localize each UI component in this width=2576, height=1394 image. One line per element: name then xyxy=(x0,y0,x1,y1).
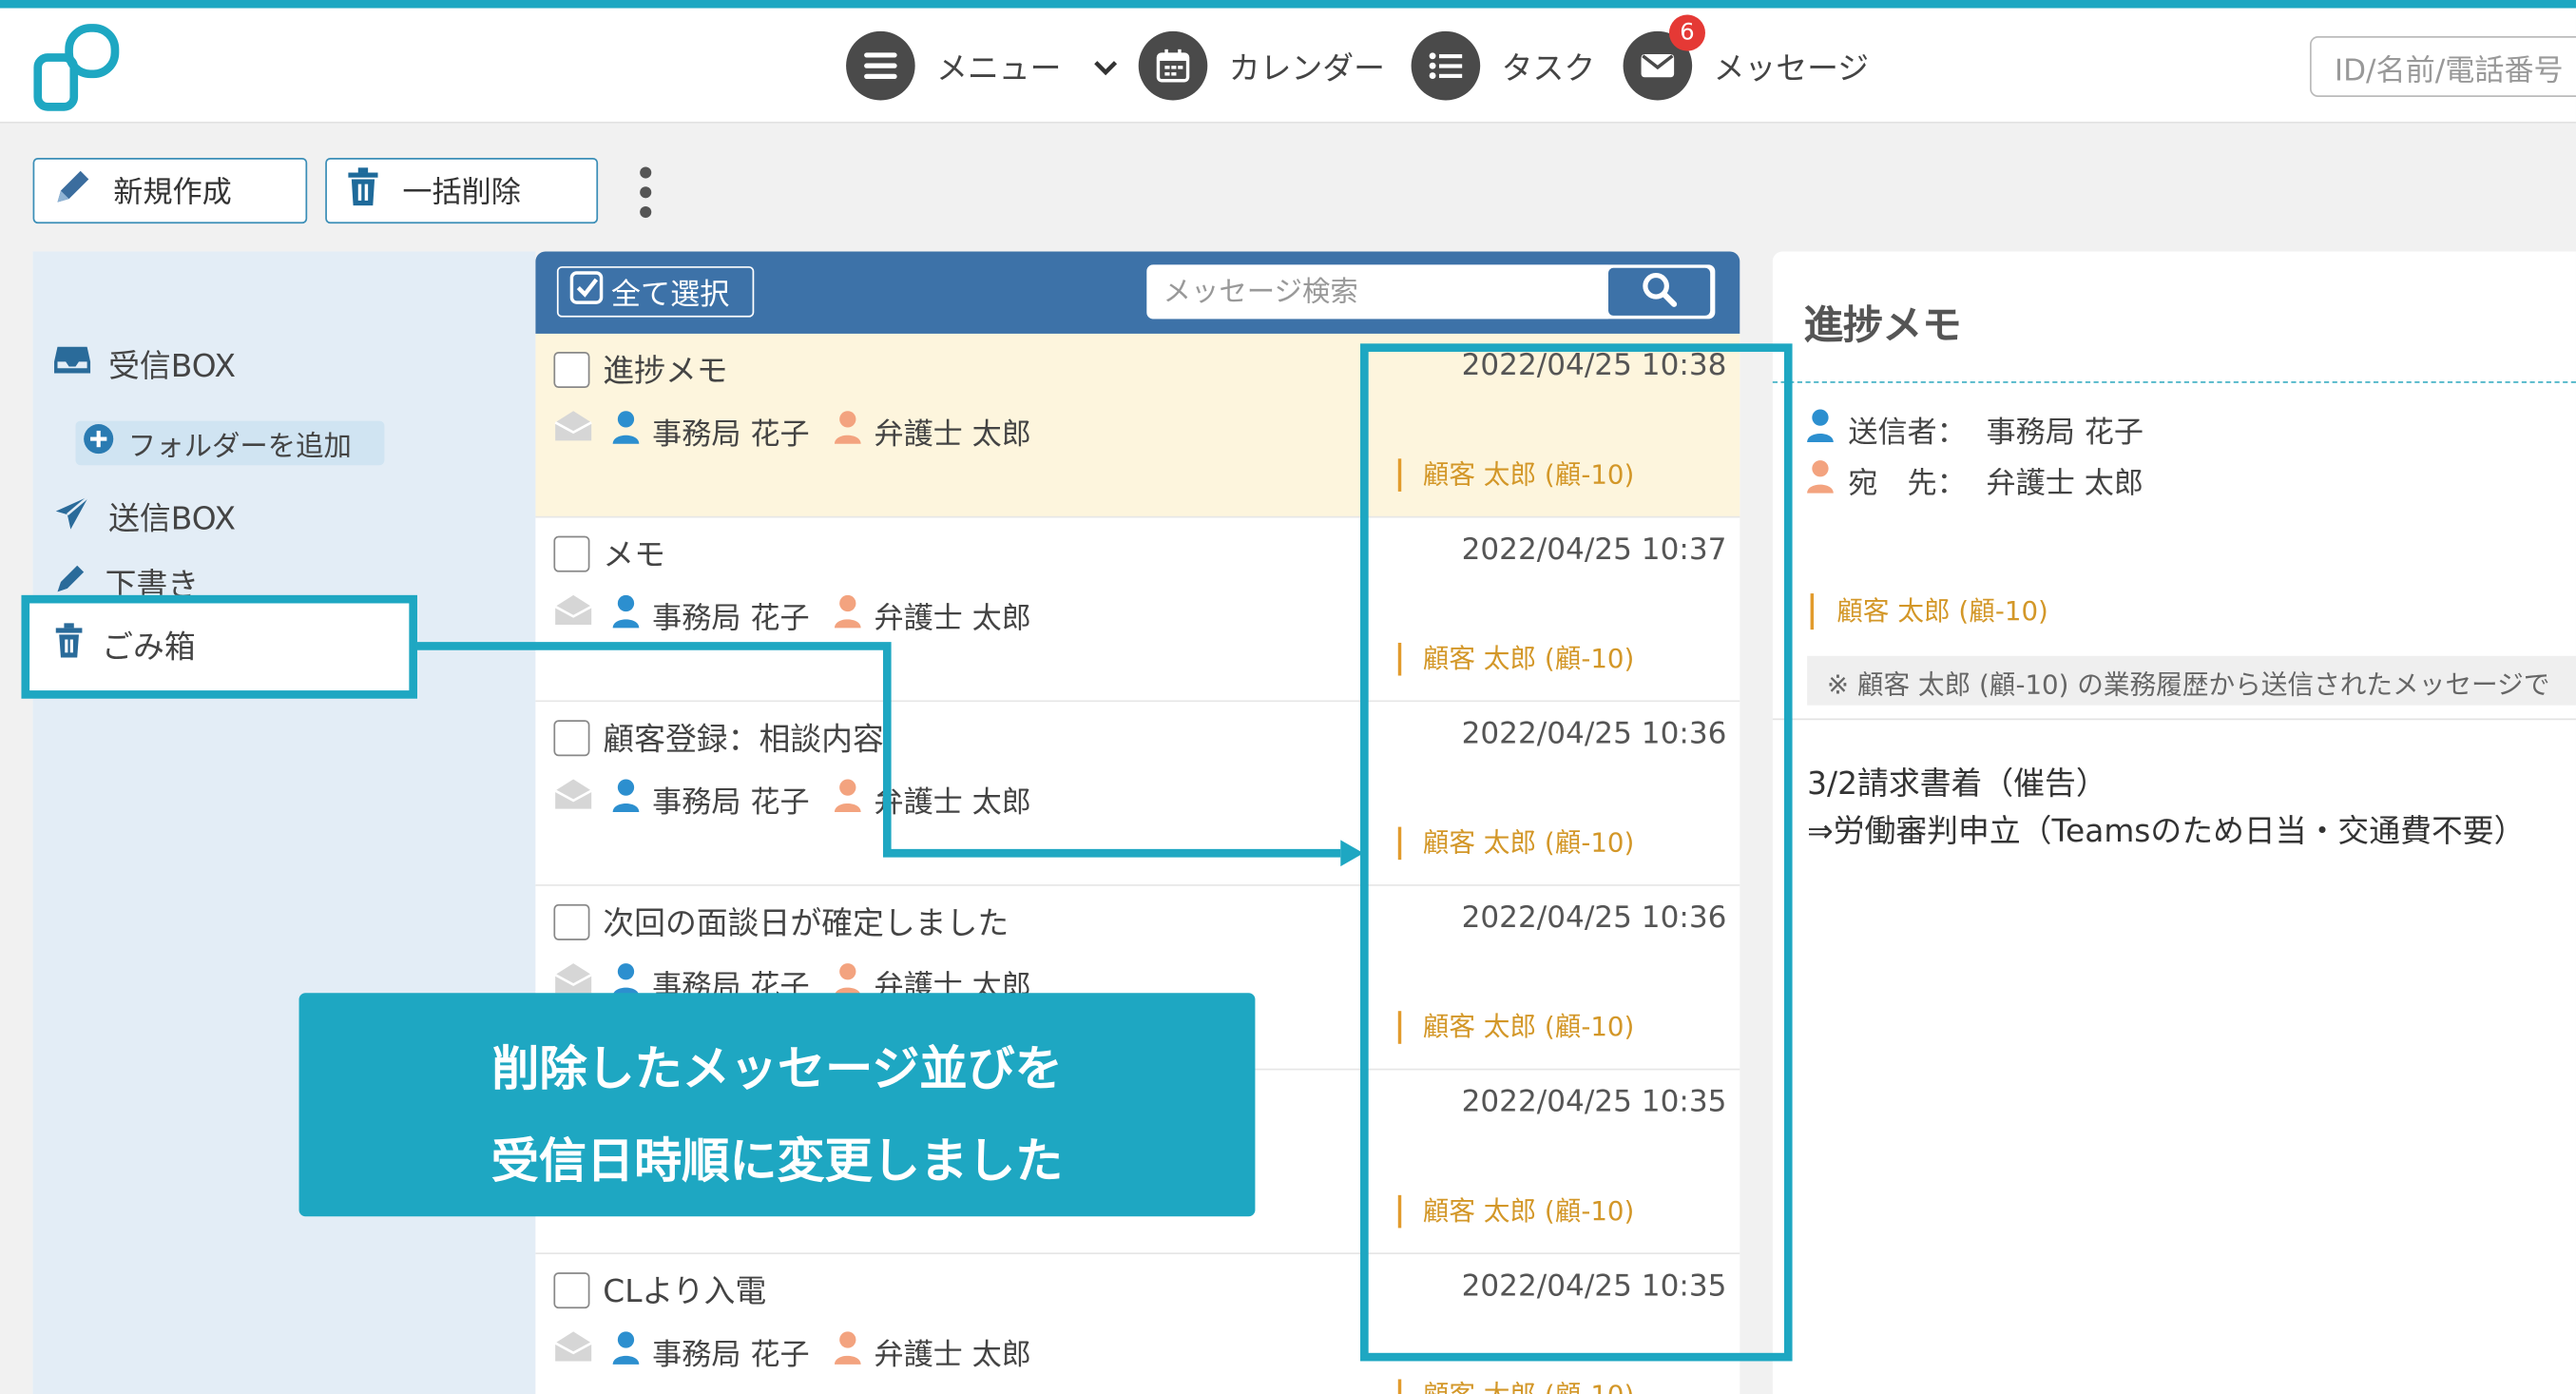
detail-divider xyxy=(1772,381,2576,383)
nav-calendar[interactable]: カレンダー xyxy=(1138,30,1385,101)
sender-name: 事務局 花子 xyxy=(652,600,810,636)
row-checkbox[interactable] xyxy=(553,903,590,940)
pencil-icon xyxy=(51,165,94,217)
detail-title: 進捗メモ xyxy=(1803,302,1962,349)
nav-message[interactable]: 6 メッセージ xyxy=(1623,14,1870,101)
message-recipient: 弁護士 太郎 xyxy=(833,1330,1031,1375)
sent-label: 送信BOX xyxy=(108,501,236,538)
menu-icon xyxy=(846,30,915,101)
callout-line: 削除したメッセージ並びを xyxy=(491,1040,1063,1097)
global-search-input[interactable]: ID/名前/電話番号 xyxy=(2309,36,2576,97)
trash-row: ごみ箱 xyxy=(52,623,196,668)
nav-menu-label: メニュー xyxy=(936,49,1062,87)
message-recipient: 弁護士 太郎 xyxy=(833,409,1031,454)
envelope-open-icon xyxy=(553,593,592,632)
message-subject: CLより入電 xyxy=(603,1273,767,1310)
nav-calendar-label: カレンダー xyxy=(1228,49,1385,87)
calendar-icon xyxy=(1138,30,1208,101)
checkbox-checked-icon xyxy=(568,270,605,315)
sidebar-item-sent[interactable]: 送信BOX xyxy=(52,494,236,541)
message-recipient: 弁護士 太郎 xyxy=(833,593,1031,638)
message-sender: 事務局 花子 xyxy=(611,593,810,638)
detail-sender: 送信者： 事務局 花子 xyxy=(1805,408,2143,453)
message-subject: 次回の面談日が確定しました xyxy=(603,905,1009,942)
detail-divider xyxy=(1772,718,2576,721)
person-icon xyxy=(1805,408,1835,453)
search-icon xyxy=(1642,270,1678,313)
sidebar-item-trash[interactable]: ごみ箱 xyxy=(21,594,417,699)
message-search-input[interactable] xyxy=(1146,264,1609,319)
person-icon xyxy=(611,409,641,454)
add-folder-label: フォルダーを追加 xyxy=(127,430,352,464)
recipient-name: 弁護士 太郎 xyxy=(874,600,1031,636)
sender-name: 事務局 花子 xyxy=(652,1337,810,1372)
paper-plane-icon xyxy=(52,494,91,541)
trash-icon xyxy=(52,623,86,668)
sender-name: 事務局 花子 xyxy=(1986,415,2143,450)
date-column-highlight xyxy=(1360,343,1793,1362)
annotation-arrow xyxy=(411,642,1364,867)
message-search-button[interactable] xyxy=(1608,267,1711,316)
person-icon xyxy=(833,409,862,454)
detail-body-line: 3/2請求書着（催告） xyxy=(1807,765,2107,803)
more-options-icon[interactable] xyxy=(638,165,654,227)
envelope-open-icon xyxy=(553,1330,592,1369)
person-icon xyxy=(833,593,862,638)
list-icon xyxy=(1411,30,1481,101)
recipient-key: 宛 先： xyxy=(1848,466,1967,501)
person-icon xyxy=(1805,458,1835,503)
unread-badge: 6 xyxy=(1668,14,1705,51)
envelope-open-icon xyxy=(553,409,592,448)
bulk-delete-label: 一括削除 xyxy=(402,175,521,211)
app-logo[interactable] xyxy=(33,21,125,120)
nav-message-label: メッセージ xyxy=(1713,49,1870,87)
person-icon xyxy=(833,1330,862,1375)
mail-icon: 6 xyxy=(1623,14,1705,101)
message-subject: メモ xyxy=(603,537,665,574)
sender-name: 事務局 花子 xyxy=(652,416,810,452)
row-checkbox[interactable] xyxy=(553,1272,590,1309)
annotation-callout: 削除したメッセージ並びを 受信日時順に変更しました xyxy=(298,993,1256,1217)
top-accent-bar xyxy=(0,0,2576,9)
sidebar-item-inbox[interactable]: 受信BOX xyxy=(52,342,236,387)
recipient-name: 弁護士 太郎 xyxy=(874,416,1031,452)
inbox-tray-icon xyxy=(52,342,91,387)
person-icon xyxy=(611,1330,641,1375)
bulk-delete-button[interactable]: 一括削除 xyxy=(325,157,599,224)
recipient-name: 弁護士 太郎 xyxy=(874,1337,1031,1372)
detail-recipient: 宛 先： 弁護士 太郎 xyxy=(1805,458,2143,503)
detail-body-line: ⇒労働審判申立（Teamsのため日当・交通費不要） xyxy=(1807,813,2526,850)
message-sender: 事務局 花子 xyxy=(611,1330,810,1375)
inbox-label: 受信BOX xyxy=(108,348,236,385)
row-checkbox[interactable] xyxy=(553,535,590,572)
person-icon xyxy=(611,593,641,638)
plus-circle-icon xyxy=(82,422,115,463)
detail-client-tag[interactable]: 顧客 太郎 (顧-10) xyxy=(1810,593,2048,630)
select-all-button[interactable]: 全て選択 xyxy=(556,266,755,318)
add-folder-button[interactable]: フォルダーを追加 xyxy=(75,420,385,466)
detail-origin-note: ※ 顧客 太郎 (顧-10) の業務履歴から送信されたメッセージで xyxy=(1807,655,2576,706)
message-sender: 事務局 花子 xyxy=(611,409,810,454)
trash-icon xyxy=(343,165,382,217)
client-tag[interactable]: 顧客 太郎 (顧-10) xyxy=(1397,1379,1634,1394)
trash-label: ごみ箱 xyxy=(102,629,196,667)
row-checkbox[interactable] xyxy=(553,351,590,388)
nav-task-label: タスク xyxy=(1501,49,1596,87)
nav-menu[interactable]: メニュー xyxy=(846,30,1118,101)
chevron-down-icon[interactable] xyxy=(1094,50,1118,82)
sender-key: 送信者： xyxy=(1848,415,1967,450)
callout-line: 受信日時順に変更しました xyxy=(490,1133,1064,1189)
message-search xyxy=(1146,264,1716,319)
new-message-button[interactable]: 新規作成 xyxy=(32,157,308,224)
recipient-name: 弁護士 太郎 xyxy=(1986,466,2143,501)
nav-task[interactable]: タスク xyxy=(1411,30,1596,101)
message-subject: 進捗メモ xyxy=(603,353,728,390)
new-message-label: 新規作成 xyxy=(113,175,232,211)
select-all-label: 全て選択 xyxy=(610,277,730,312)
